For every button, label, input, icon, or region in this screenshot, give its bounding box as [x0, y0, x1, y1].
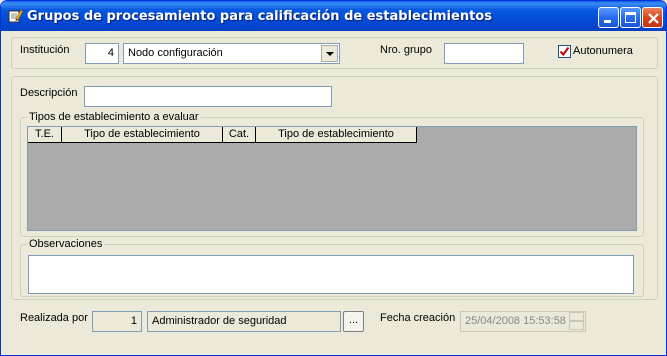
grid-col-tipo-establecimiento-2[interactable]: Tipo de establecimiento: [256, 127, 417, 143]
tipos-grid[interactable]: T.E. Tipo de establecimiento Cat. Tipo d…: [27, 126, 637, 231]
institucion-label: Institución: [20, 44, 70, 56]
checkmark-icon: [559, 46, 570, 57]
spinner-up-icon: [569, 312, 584, 321]
fecha-creacion-label: Fecha creación: [380, 312, 456, 324]
observaciones-textarea[interactable]: [28, 255, 634, 294]
main-window: Grupos de procesamiento para calificació…: [0, 0, 667, 356]
grid-col-tipo-establecimiento[interactable]: Tipo de establecimiento: [62, 127, 223, 143]
title-bar[interactable]: Grupos de procesamiento para calificació…: [1, 1, 666, 31]
spinner-arrows-icon: [569, 312, 584, 331]
observaciones-title: Observaciones: [27, 238, 105, 250]
maximize-button[interactable]: [620, 7, 641, 28]
fecha-creacion-field: 25/04/2008 15:53:58: [460, 311, 586, 332]
tipos-group-title: Tipos de establecimiento a evaluar: [27, 111, 201, 123]
edit-pencil-icon: [7, 8, 24, 24]
minimize-icon: [604, 20, 611, 23]
descripcion-field[interactable]: [84, 86, 332, 107]
spinner-down-icon: [569, 321, 584, 330]
institucion-id-field[interactable]: 4: [85, 43, 119, 64]
grid-col-te[interactable]: T.E.: [28, 127, 62, 143]
window-title: Grupos de procesamiento para calificació…: [27, 9, 492, 24]
nro-grupo-label: Nro. grupo: [380, 44, 432, 56]
realizada-por-label: Realizada por: [20, 312, 88, 324]
grid-header: T.E. Tipo de establecimiento Cat. Tipo d…: [28, 127, 417, 143]
minimize-button[interactable]: [598, 7, 619, 28]
institucion-combo[interactable]: Nodo configuración: [123, 43, 340, 64]
autonumera-label: Autonumera: [573, 45, 633, 57]
browse-user-button[interactable]: ...: [343, 311, 364, 332]
fecha-creacion-value: 25/04/2008 15:53:58: [465, 315, 566, 327]
grid-col-cat[interactable]: Cat.: [223, 127, 256, 143]
close-icon: [648, 13, 659, 24]
descripcion-label: Descripción: [20, 87, 78, 99]
maximize-icon: [625, 12, 636, 23]
autonumera-checkbox[interactable]: [558, 45, 571, 58]
user-id-field: 1: [92, 311, 142, 332]
institucion-combo-value: Nodo configuración: [128, 47, 223, 59]
nro-grupo-field[interactable]: [444, 43, 524, 64]
close-button[interactable]: [642, 7, 663, 28]
user-name-field: Administrador de seguridad: [147, 311, 341, 332]
chevron-down-icon[interactable]: [321, 45, 338, 62]
